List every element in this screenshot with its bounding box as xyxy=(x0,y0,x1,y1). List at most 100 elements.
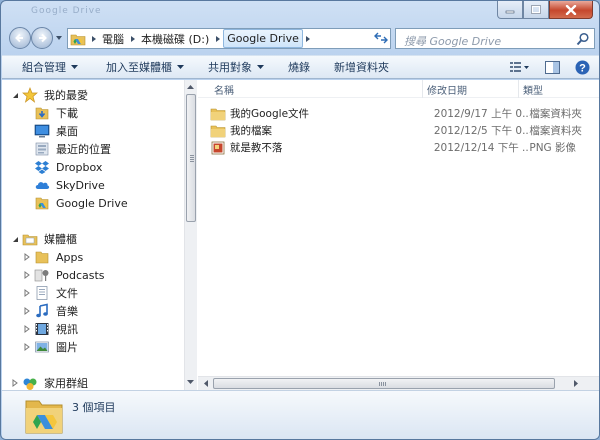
collapsed-arrow-icon[interactable] xyxy=(22,325,32,333)
help-icon: ? xyxy=(575,60,589,74)
column-header-type[interactable]: 類型 xyxy=(519,80,599,98)
collapsed-arrow-icon[interactable] xyxy=(10,379,20,387)
nav-item-label: Apps xyxy=(56,250,84,264)
close-button[interactable] xyxy=(549,1,593,19)
breadcrumb-computer[interactable]: 電腦 xyxy=(99,29,127,48)
nav-item-music[interactable]: 音樂 xyxy=(22,302,78,320)
nav-item-label: 最近的位置 xyxy=(56,143,111,156)
documents-icon xyxy=(34,285,50,301)
breadcrumb-google-drive[interactable]: Google Drive xyxy=(223,29,303,48)
file-type: 檔案資料夾 xyxy=(529,125,582,137)
nav-item-desktop[interactable]: 桌面 xyxy=(34,122,78,140)
nav-item-apps[interactable]: Apps xyxy=(22,248,83,266)
nav-item-dropbox[interactable]: Dropbox xyxy=(34,158,102,176)
help-button[interactable]: ? xyxy=(569,56,595,78)
refresh-button[interactable] xyxy=(370,28,391,47)
column-header-name[interactable]: 名稱 xyxy=(198,80,423,98)
file-row[interactable]: 我的Google文件 2012/9/17 上午 0... 檔案資料夾 xyxy=(210,105,599,122)
nav-item-label: 音樂 xyxy=(56,305,78,318)
file-date: 2012/12/5 下午 0... xyxy=(433,125,530,137)
horizontal-scrollbar[interactable] xyxy=(198,376,599,390)
minimize-button[interactable] xyxy=(497,1,523,19)
new-folder-button[interactable]: 新增資料夾 xyxy=(324,56,399,78)
nav-item-downloads[interactable]: 下載 xyxy=(34,104,78,122)
nav-favorites[interactable]: 我的最愛 xyxy=(10,86,88,104)
file-date: 2012/9/17 上午 0... xyxy=(433,108,530,120)
column-headers: 名稱 修改日期 類型 xyxy=(198,80,599,98)
scroll-left-arrow-icon[interactable] xyxy=(200,378,212,389)
preview-pane-button[interactable] xyxy=(539,56,565,78)
back-button[interactable] xyxy=(9,27,31,49)
breadcrumb-separator-icon[interactable] xyxy=(127,29,138,48)
burn-button[interactable]: 燒錄 xyxy=(278,56,320,78)
explorer-window: Google Drive 電腦 本機磁碟 (D:) Google Drive 搜… xyxy=(0,0,600,440)
share-with-label: 共用對象 xyxy=(208,61,252,74)
command-bar: 組合管理 加入至媒體櫃 共用對象 燒錄 新增資料夾 ? xyxy=(2,55,599,79)
nav-homegroup-label: 家用群組 xyxy=(44,377,88,390)
scroll-right-arrow-icon[interactable] xyxy=(570,378,582,389)
address-bar[interactable]: 電腦 本機磁碟 (D:) Google Drive xyxy=(67,28,391,49)
forward-button[interactable] xyxy=(31,27,53,49)
main-area: 我的最愛 下載 桌面 最近的位置 Dropbox SkyDrive Google… xyxy=(2,80,599,390)
expanded-arrow-icon[interactable] xyxy=(10,236,20,243)
close-icon xyxy=(565,4,577,15)
recent-pages-dropdown-icon[interactable] xyxy=(55,34,63,42)
breadcrumb-separator-icon[interactable] xyxy=(88,29,99,48)
details-pane: 3 個項目 xyxy=(2,390,599,439)
skydrive-cloud-icon xyxy=(34,177,50,193)
share-with-menu[interactable]: 共用對象 xyxy=(198,56,274,78)
collapsed-arrow-icon[interactable] xyxy=(22,343,32,351)
view-details-icon xyxy=(510,62,529,72)
collapsed-arrow-icon[interactable] xyxy=(22,253,32,261)
add-to-library-menu[interactable]: 加入至媒體櫃 xyxy=(96,56,194,78)
folder-icon xyxy=(210,123,226,139)
scrollbar-thumb[interactable] xyxy=(186,94,196,222)
breadcrumb-local-disk[interactable]: 本機磁碟 (D:) xyxy=(138,29,212,48)
breadcrumb-separator-icon[interactable] xyxy=(212,29,223,48)
file-row[interactable]: 我的檔案 2012/12/5 下午 0... 檔案資料夾 xyxy=(210,122,599,139)
title-bar[interactable]: Google Drive xyxy=(1,1,599,23)
nav-item-videos[interactable]: 視訊 xyxy=(22,320,78,338)
change-view-button[interactable] xyxy=(507,56,533,78)
collapsed-arrow-icon[interactable] xyxy=(22,271,32,279)
pictures-icon xyxy=(34,339,50,355)
search-icon[interactable] xyxy=(576,32,590,46)
nav-item-podcasts[interactable]: Podcasts xyxy=(22,266,105,284)
file-name: 我的Google文件 xyxy=(230,108,310,120)
nav-libraries[interactable]: 媒體櫃 xyxy=(10,230,77,248)
navigation-pane[interactable]: 我的最愛 下載 桌面 最近的位置 Dropbox SkyDrive Google… xyxy=(2,80,184,390)
navigation-scrollbar[interactable] xyxy=(184,80,197,390)
star-icon xyxy=(22,87,38,103)
burn-label: 燒錄 xyxy=(288,61,310,74)
navigation-row: 電腦 本機磁碟 (D:) Google Drive 搜尋 Google Driv… xyxy=(1,25,599,53)
file-list-pane[interactable]: 名稱 修改日期 類型 我的Google文件 2012/9/17 上午 0... … xyxy=(198,80,599,390)
nav-item-label: Google Drive xyxy=(56,196,128,210)
organize-menu[interactable]: 組合管理 xyxy=(12,56,88,78)
downloads-folder-icon xyxy=(34,105,50,121)
caption-buttons xyxy=(497,1,593,19)
scrollbar-thumb[interactable] xyxy=(213,378,555,389)
expanded-arrow-icon[interactable] xyxy=(10,92,20,99)
maximize-button[interactable] xyxy=(523,1,549,19)
search-box[interactable]: 搜尋 Google Drive xyxy=(395,28,595,49)
nav-item-label: Dropbox xyxy=(56,160,103,174)
breadcrumb-separator-icon[interactable] xyxy=(303,29,314,48)
nav-item-google-drive[interactable]: Google Drive xyxy=(34,194,128,212)
file-row[interactable]: 就是教不落 2012/12/14 下午 ... PNG 影像 xyxy=(210,139,599,156)
collapsed-arrow-icon[interactable] xyxy=(22,307,32,315)
nav-item-label: 桌面 xyxy=(56,125,78,138)
nav-item-skydrive[interactable]: SkyDrive xyxy=(34,176,105,194)
chevron-down-icon xyxy=(71,64,78,69)
add-to-library-label: 加入至媒體櫃 xyxy=(106,61,172,74)
nav-homegroup[interactable]: 家用群組 xyxy=(10,374,88,390)
nav-libraries-label: 媒體櫃 xyxy=(44,233,77,246)
column-header-date[interactable]: 修改日期 xyxy=(423,80,519,98)
png-image-icon xyxy=(210,140,226,156)
collapsed-arrow-icon[interactable] xyxy=(22,289,32,297)
scroll-down-arrow-icon[interactable] xyxy=(185,376,196,388)
nav-item-recent-places[interactable]: 最近的位置 xyxy=(34,140,111,158)
nav-item-documents[interactable]: 文件 xyxy=(22,284,78,302)
scroll-up-arrow-icon[interactable] xyxy=(185,81,196,93)
libraries-icon xyxy=(22,231,38,247)
nav-item-pictures[interactable]: 圖片 xyxy=(22,338,78,356)
